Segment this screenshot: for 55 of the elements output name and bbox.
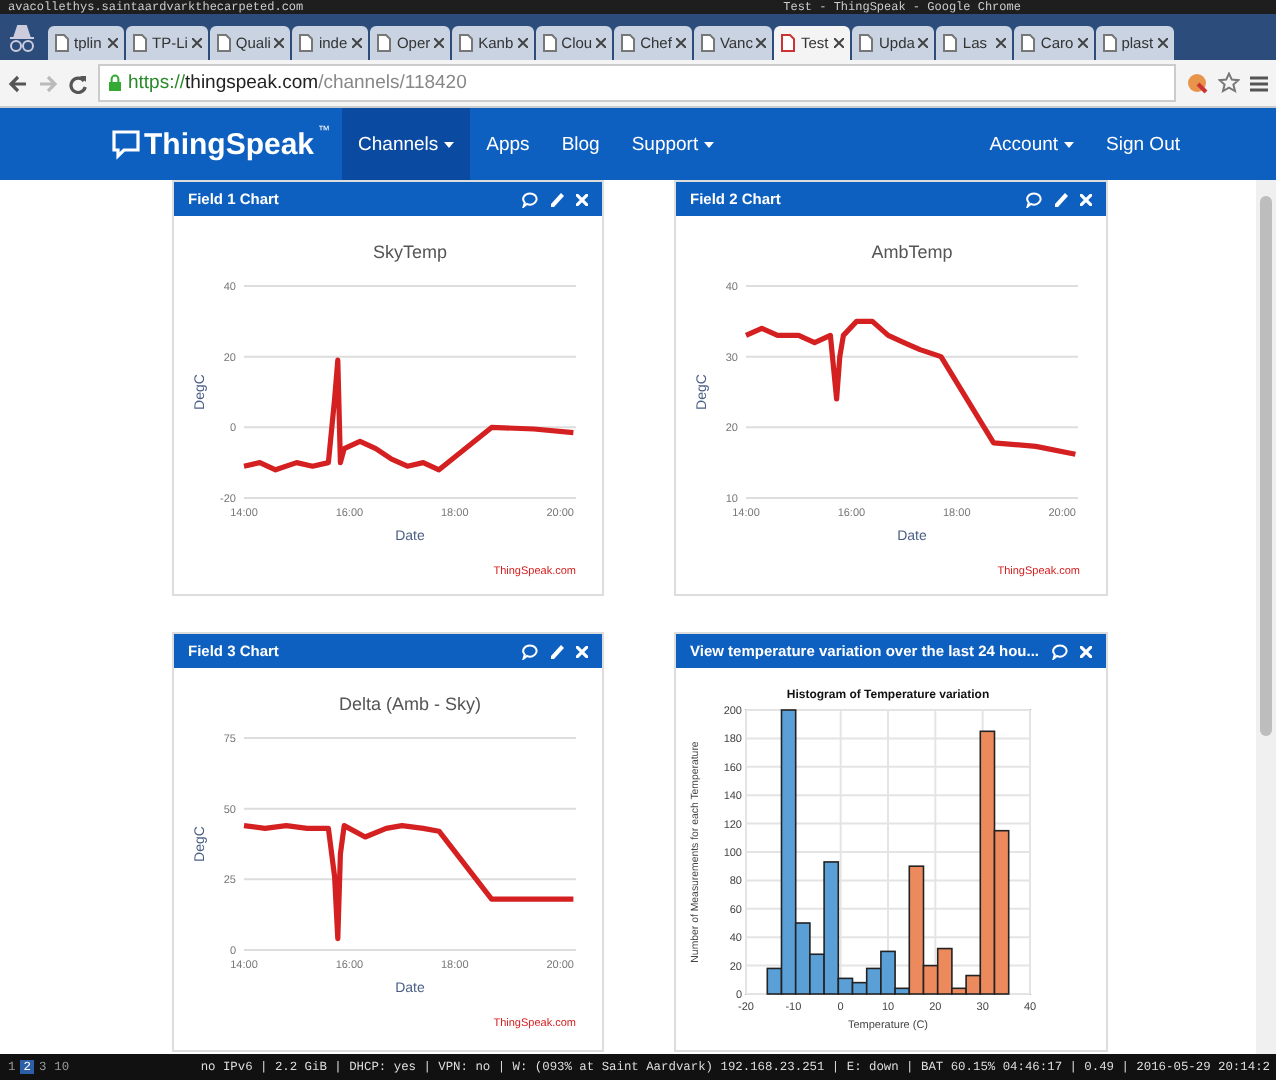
close-icon[interactable] xyxy=(108,38,118,48)
address-field[interactable]: https://thingspeak.com/channels/118420 xyxy=(98,64,1176,102)
page-icon xyxy=(699,34,716,52)
extension-icon[interactable] xyxy=(1186,72,1208,94)
scrollbar-thumb[interactable] xyxy=(1260,196,1272,736)
close-icon[interactable] xyxy=(274,38,285,48)
close-icon[interactable] xyxy=(596,38,607,48)
brand-logo[interactable]: ThingSpeak xyxy=(144,127,315,161)
chart-title: AmbTemp xyxy=(871,242,953,262)
pencil-icon[interactable] xyxy=(1054,191,1068,207)
page-icon xyxy=(376,34,393,52)
page-icon xyxy=(541,34,558,52)
page-icon xyxy=(132,34,148,52)
page-icon xyxy=(858,34,875,52)
close-icon[interactable] xyxy=(1157,38,1168,48)
close-icon[interactable] xyxy=(352,38,363,48)
chart-title: Delta (Amb - Sky) xyxy=(338,694,480,714)
chat-bubble-icon xyxy=(112,129,140,159)
page-icon xyxy=(215,34,232,52)
page-icon xyxy=(620,34,637,52)
nav-link[interactable]: Account xyxy=(973,108,1091,180)
lock-icon xyxy=(108,74,122,92)
profile-icon[interactable] xyxy=(4,21,40,53)
close-icon[interactable] xyxy=(191,38,202,48)
page-icon xyxy=(780,34,797,52)
comment-icon[interactable] xyxy=(1026,191,1042,207)
close-icon[interactable] xyxy=(756,38,767,48)
nav-link[interactable]: Blog xyxy=(545,108,616,180)
nav-link[interactable]: Support xyxy=(615,108,731,180)
reload-icon[interactable] xyxy=(68,73,88,93)
pencil-icon[interactable] xyxy=(550,191,564,207)
page-icon xyxy=(458,34,475,52)
comment-icon[interactable] xyxy=(522,191,538,207)
back-icon[interactable] xyxy=(8,73,28,93)
comment-icon[interactable] xyxy=(1052,643,1068,659)
close-icon[interactable] xyxy=(517,38,528,48)
close-icon[interactable] xyxy=(675,38,686,48)
page-icon xyxy=(1101,34,1118,52)
page-icon xyxy=(54,34,70,52)
page-icon xyxy=(298,34,315,52)
nav-link[interactable]: Channels xyxy=(342,108,471,180)
close-icon[interactable] xyxy=(834,38,845,48)
star-icon[interactable] xyxy=(1218,72,1240,94)
nav-link[interactable]: Sign Out xyxy=(1090,108,1196,180)
pencil-icon[interactable] xyxy=(550,643,564,659)
close-icon[interactable] xyxy=(434,38,445,48)
comment-icon[interactable] xyxy=(522,643,538,659)
close-icon[interactable] xyxy=(996,38,1007,48)
close-icon[interactable] xyxy=(918,38,929,48)
page-icon xyxy=(942,34,959,52)
menu-icon[interactable] xyxy=(1250,73,1268,93)
close-icon[interactable] xyxy=(1077,38,1088,48)
nav-link[interactable]: Apps xyxy=(470,108,546,180)
chart-title: SkyTemp xyxy=(372,242,446,262)
page-icon xyxy=(1020,34,1037,52)
